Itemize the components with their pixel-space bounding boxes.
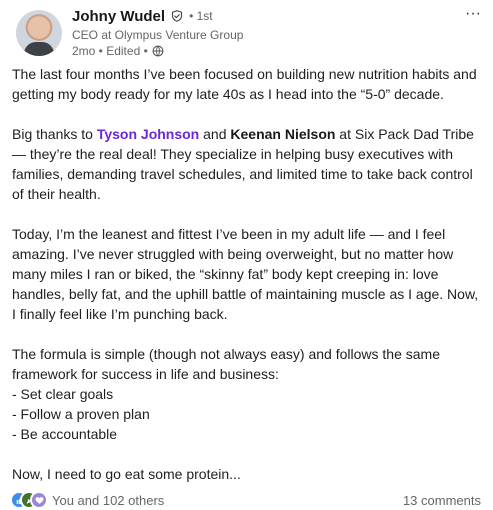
reaction-icons	[12, 493, 46, 507]
reactions-count-text: You and 102 others	[52, 492, 165, 508]
paragraph-3: Today, I’m the leanest and fittest I’ve …	[12, 226, 479, 322]
list-item: - Be accountable	[12, 426, 118, 442]
post-card: Johny Wudel • 1st CEO at Olympus Venture…	[0, 0, 493, 510]
comments-count-link[interactable]: 13 comments	[403, 493, 481, 508]
connection-degree: • 1st	[189, 9, 213, 23]
post-time-text: 2mo • Edited •	[72, 44, 148, 58]
author-headline: CEO at Olympus Venture Group	[72, 28, 244, 42]
author-name[interactable]: Johny Wudel	[72, 8, 165, 25]
list-item: - Set clear goals	[12, 386, 114, 402]
support-icon	[32, 493, 46, 507]
post-body: The last four months I’ve been focused o…	[12, 64, 481, 504]
author-line: Johny Wudel • 1st	[72, 6, 455, 26]
avatar-shirt	[24, 42, 54, 56]
mention-tyson-johnson[interactable]: Tyson Johnson	[97, 126, 199, 142]
list-item: - Follow a proven plan	[12, 406, 150, 422]
author-meta: Johny Wudel • 1st CEO at Olympus Venture…	[72, 6, 455, 59]
more-options-button[interactable]: ···	[461, 6, 485, 22]
paragraph-2-pre: Big thanks to	[12, 126, 97, 142]
avatar[interactable]	[16, 10, 62, 56]
paragraph-2: Big thanks to Tyson Johnson and Keenan N…	[12, 124, 481, 204]
paragraph-4-intro: The formula is simple (though not always…	[12, 346, 440, 382]
globe-icon	[152, 45, 164, 57]
post-footer: You and 102 others 13 comments	[12, 490, 481, 510]
post-header: Johny Wudel • 1st CEO at Olympus Venture…	[12, 6, 485, 60]
reactions-summary[interactable]: You and 102 others	[12, 493, 164, 508]
post-time: 2mo • Edited •	[72, 44, 455, 58]
paragraph-1: The last four months I’ve been focused o…	[12, 66, 477, 102]
paragraph-4: The formula is simple (though not always…	[12, 344, 481, 444]
paragraph-2-mid: and	[199, 126, 231, 142]
verified-shield-icon	[172, 10, 183, 22]
paragraph-5: Now, I need to go eat some protein...	[12, 466, 241, 482]
mention-keenan-nielson[interactable]: Keenan Nielson	[230, 126, 335, 142]
